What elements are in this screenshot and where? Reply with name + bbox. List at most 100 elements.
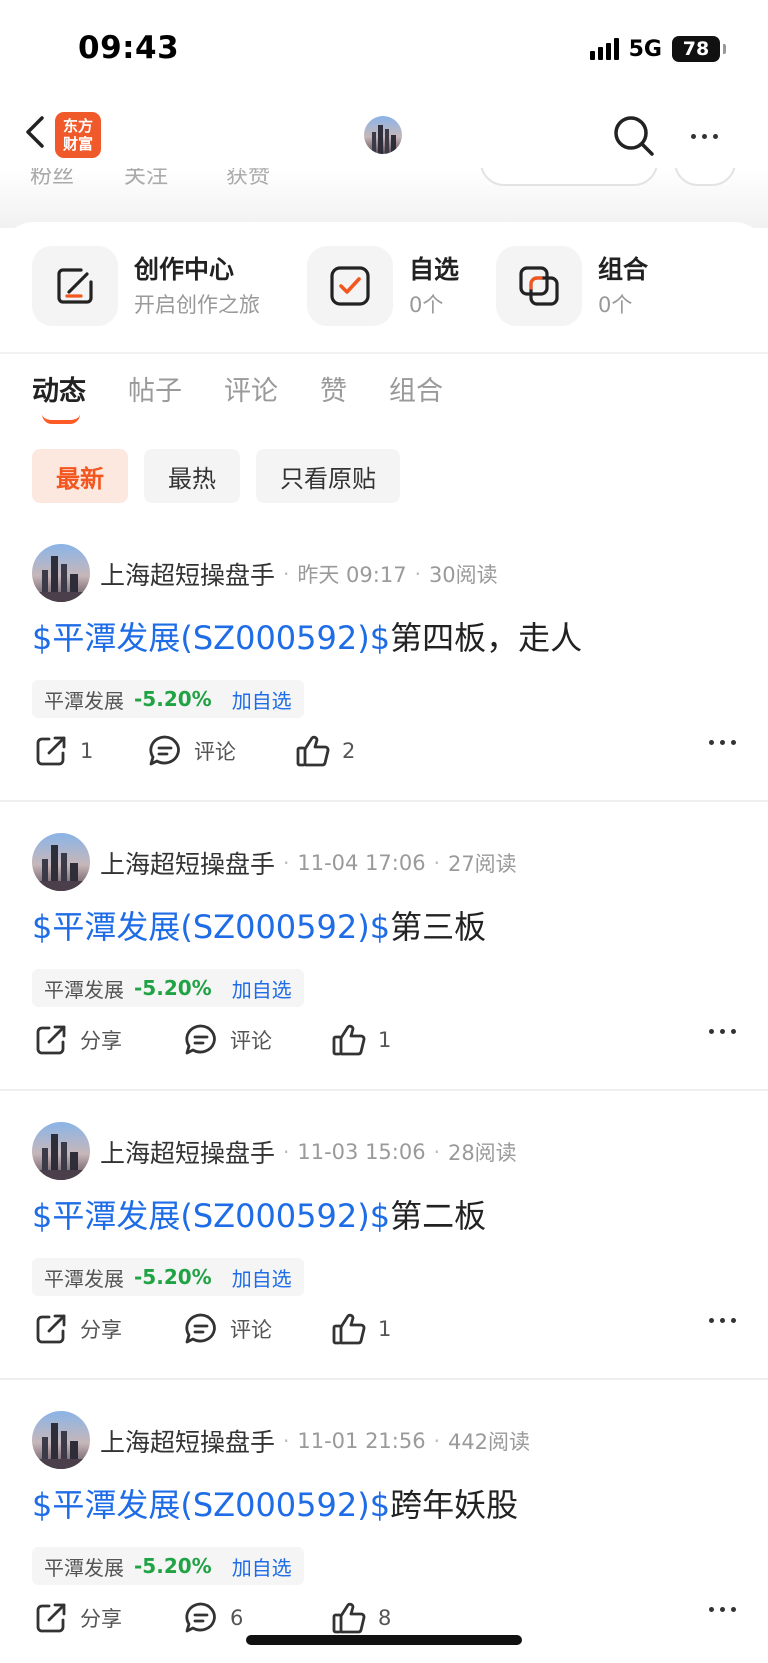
tab-posts[interactable]: 帖子 (128, 372, 182, 412)
comment-button[interactable]: 6 (182, 1599, 243, 1637)
tab-portfolio[interactable]: 组合 (389, 372, 443, 412)
quick-action-creation[interactable]: 创作中心 开启创作之旅 (32, 246, 260, 326)
quick-action-watchlist[interactable]: 自选 0个 (307, 246, 459, 326)
post-card[interactable]: 上海超短操盘手 · 昨天 09:17 · 30阅读 $平潭发展(SZ000592)$第四板… (0, 544, 768, 834)
profile-stats-row: 粉丝 关注 获赞 (0, 168, 768, 228)
like-button[interactable]: 1 (330, 1310, 391, 1348)
add-watchlist-button[interactable]: 加自选 (232, 1263, 292, 1292)
add-watchlist-button[interactable]: 加自选 (232, 974, 292, 1003)
post-more-button[interactable] (709, 1029, 736, 1034)
thumbs-up-icon (296, 735, 330, 767)
stat-label-likes: 获赞 (226, 168, 271, 189)
thumbs-up-icon (332, 1313, 366, 1345)
author-name[interactable]: 上海超短操盘手 (100, 845, 275, 881)
post-more-button[interactable] (709, 740, 736, 745)
share-button[interactable]: 分享 (32, 1599, 122, 1637)
tab-activity[interactable]: 动态 (32, 372, 86, 412)
post-more-button[interactable] (709, 1318, 736, 1323)
signal-icon (589, 38, 619, 60)
filter-hottest[interactable]: 最热 (144, 449, 240, 503)
author-avatar[interactable] (32, 1122, 90, 1180)
home-indicator[interactable] (246, 1635, 522, 1645)
city-avatar-icon (32, 1411, 90, 1469)
comment-button[interactable]: 评论 (182, 1310, 272, 1348)
like-button[interactable]: 2 (294, 732, 355, 770)
app-logo-line2: 财富 (62, 135, 93, 153)
add-watchlist-button[interactable]: 加自选 (232, 1552, 292, 1581)
comment-icon (149, 735, 180, 766)
share-profile-button[interactable] (674, 168, 736, 186)
meta-separator: · (433, 1140, 440, 1164)
app-logo-line1: 东方 (62, 117, 93, 135)
author-avatar[interactable] (32, 544, 90, 602)
comment-label: 评论 (230, 1318, 272, 1342)
stock-chip[interactable]: 平潭发展 -5.20% 加自选 (32, 969, 304, 1007)
filter-original-only[interactable]: 只看原贴 (256, 449, 400, 503)
like-button[interactable]: 8 (330, 1599, 391, 1637)
post-title[interactable]: $平潭发展(SZ000592)$第三板 (32, 905, 486, 949)
more-button[interactable] (682, 118, 726, 154)
stock-change: -5.20% (134, 976, 212, 1000)
post-card[interactable]: 上海超短操盘手 · 11-03 15:06 · 28阅读 $平潭发展(SZ000592)$… (0, 1122, 768, 1412)
stock-link[interactable]: $平潭发展(SZ000592)$ (32, 619, 390, 657)
post-title[interactable]: $平潭发展(SZ000592)$跨年妖股 (32, 1483, 518, 1527)
more-dot (731, 1029, 736, 1034)
post-card[interactable]: 上海超短操盘手 · 11-04 17:06 · 27阅读 $平潭发展(SZ000592)$… (0, 833, 768, 1123)
section-divider (0, 352, 768, 354)
more-dot (731, 1318, 736, 1323)
meta-separator: · (283, 1429, 290, 1453)
post-card[interactable]: 上海超短操盘手 · 11-01 21:56 · 442阅读 $平潭发展(SZ000592)… (0, 1411, 768, 1663)
like-button[interactable]: 1 (330, 1021, 391, 1059)
share-button[interactable]: 分享 (32, 1021, 122, 1059)
comment-button[interactable]: 评论 (182, 1021, 272, 1059)
post-time: 昨天 09:17 (297, 563, 407, 587)
edit-profile-button[interactable] (480, 168, 658, 186)
search-button[interactable] (610, 112, 656, 158)
stock-link[interactable]: $平潭发展(SZ000592)$ (32, 908, 390, 946)
nav-avatar[interactable] (364, 116, 402, 154)
author-avatar[interactable] (32, 833, 90, 891)
post-title-text: 第三板 (390, 908, 487, 946)
author-name[interactable]: 上海超短操盘手 (100, 1134, 275, 1170)
share-button[interactable]: 分享 (32, 1310, 122, 1348)
more-dot (709, 1318, 714, 1323)
stock-name: 平潭发展 (44, 688, 124, 713)
more-dot (701, 133, 707, 139)
battery-level: 78 (682, 38, 710, 60)
stock-change: -5.20% (134, 1265, 212, 1289)
author-name[interactable]: 上海超短操盘手 (100, 1423, 275, 1459)
city-avatar-icon (32, 544, 90, 602)
author-avatar[interactable] (32, 1411, 90, 1469)
more-dot (720, 740, 725, 745)
post-title[interactable]: $平潭发展(SZ000592)$第二板 (32, 1194, 486, 1238)
battery-icon: 78 (672, 36, 726, 62)
stock-link[interactable]: $平潭发展(SZ000592)$ (32, 1486, 390, 1524)
filter-latest[interactable]: 最新 (32, 449, 128, 503)
comment-button[interactable]: 评论 (146, 732, 236, 770)
tab-comments[interactable]: 评论 (224, 372, 278, 412)
stock-change: -5.20% (134, 687, 212, 711)
post-title[interactable]: $平潭发展(SZ000592)$第四板，走人 (32, 616, 582, 660)
stock-chip[interactable]: 平潭发展 -5.20% 加自选 (32, 680, 304, 718)
meta-separator: · (433, 851, 440, 875)
stock-link[interactable]: $平潭发展(SZ000592)$ (32, 1197, 390, 1235)
read-count: 28阅读 (447, 1141, 517, 1165)
more-dot (731, 1607, 736, 1612)
app-logo[interactable]: 东方 财富 (55, 112, 101, 158)
edit-icon (32, 246, 118, 326)
stock-chip[interactable]: 平潭发展 -5.20% 加自选 (32, 1547, 304, 1585)
author-name[interactable]: 上海超短操盘手 (100, 556, 275, 592)
back-button[interactable] (16, 110, 56, 154)
add-watchlist-button[interactable]: 加自选 (232, 685, 292, 714)
like-count: 8 (378, 1606, 392, 1630)
tab-likes[interactable]: 赞 (320, 372, 347, 412)
more-dot (709, 1607, 714, 1612)
meta-separator: · (283, 1140, 290, 1164)
post-more-button[interactable] (709, 1607, 736, 1612)
share-button[interactable]: 1 (32, 732, 93, 770)
stock-chip[interactable]: 平潭发展 -5.20% 加自选 (32, 1258, 304, 1296)
chevron-left-icon (26, 116, 44, 148)
quick-action-portfolio[interactable]: 组合 0个 (496, 246, 648, 326)
search-icon (614, 116, 654, 156)
meta-separator: · (414, 562, 421, 586)
